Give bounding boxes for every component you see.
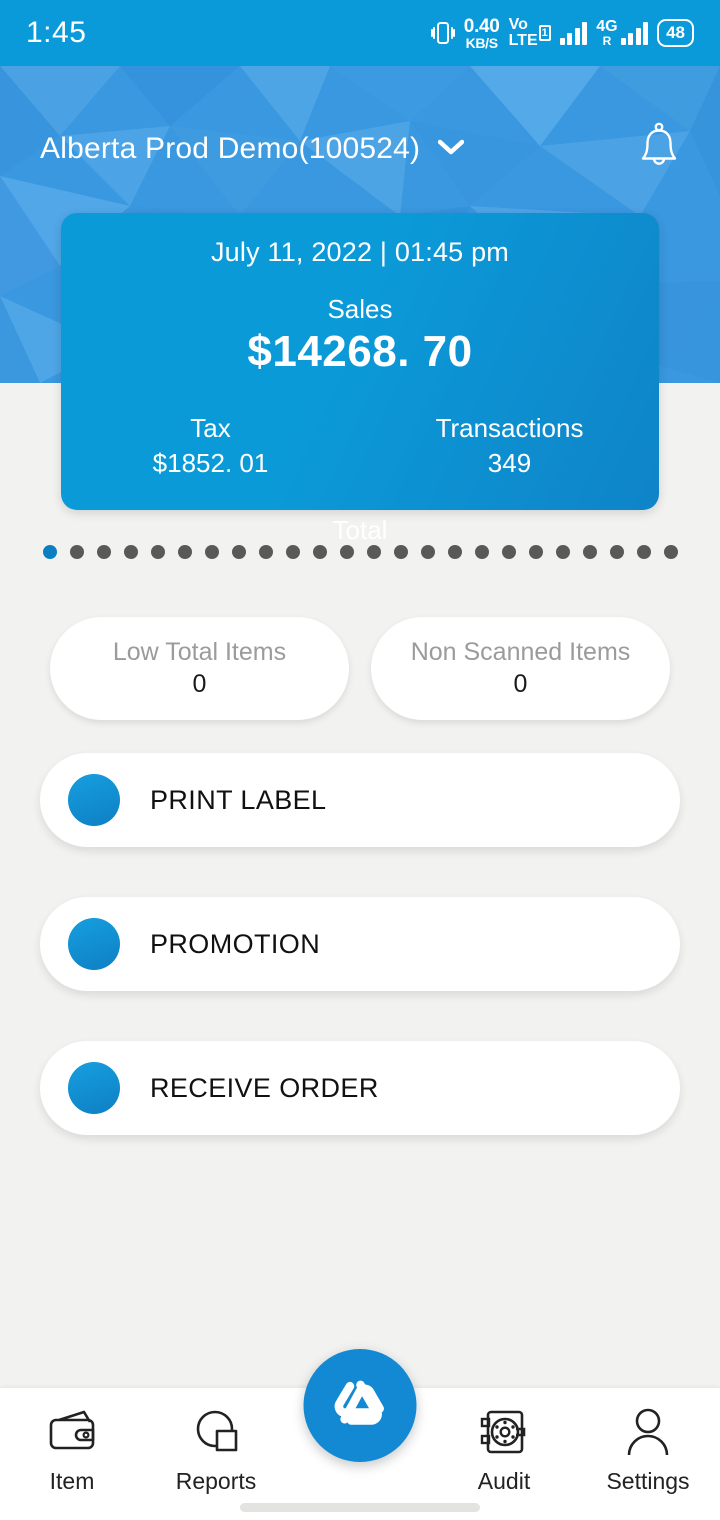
net-speed-unit: KB/S [465,34,499,51]
carousel-dot[interactable] [609,545,624,559]
safe-vault-icon [479,1406,529,1458]
status-time: 1:45 [26,16,87,49]
signal-bars-icon [559,21,588,45]
carousel-dot[interactable] [636,545,651,559]
carousel-dot[interactable] [312,545,327,559]
carousel-dot[interactable] [150,545,165,559]
nav-label-settings: Settings [606,1468,690,1494]
volte-sim-badge: 1 [538,25,551,41]
action-row[interactable]: RECEIVE ORDER [40,1041,680,1135]
action-list: PRINT LABEL PROMOTION RECEIVE ORDER [0,753,720,1185]
action-row-label: PRINT LABEL [150,784,327,815]
carousel-dot[interactable] [447,545,462,559]
action-row-label: PROMOTION [150,928,321,959]
store-selector[interactable]: Alberta Prod Demo(100524) [40,132,465,166]
carousel-dot[interactable] [555,545,570,559]
card-sales-label: Sales [327,294,393,324]
status-icons-group: 0.40 KB/S Vo LTE 1 4G R 48 [430,17,694,50]
stat-pill-value: 0 [192,670,207,698]
home-indicator [240,1503,480,1512]
card-sales-value: $14268. 70 [247,327,473,376]
carousel-dot[interactable] [339,545,354,559]
card-date-time: July 11, 2022 | 01:45 pm [210,237,509,267]
carousel-dot[interactable] [285,545,300,559]
sales-summary-card[interactable]: July 11, 2022 | 01:45 pm Sales $14268. 7… [61,213,659,545]
stat-pill-label: Low Total Items [112,638,287,666]
carousel-dot[interactable] [393,545,408,559]
carousel-dot[interactable] [69,545,84,559]
wallet-icon [46,1406,98,1458]
carousel-dot[interactable] [366,545,381,559]
battery-icon: 48 [657,19,694,47]
action-bullet-icon [68,1062,120,1114]
card-tax-value: $1852. 01 [152,448,269,478]
carousel-dot[interactable] [96,545,111,559]
carousel-dot[interactable] [177,545,192,559]
carousel-dot[interactable] [258,545,273,559]
carousel-dot[interactable] [528,545,543,559]
card-transactions-metric: Transactions 349 [360,413,659,479]
nav-item-reports[interactable]: Reports [144,1406,288,1495]
stat-pill-row: Low Total Items 0 Non Scanned Items 0 [0,617,720,720]
signal-bars-roaming-icon: 4G R [596,18,649,48]
action-row[interactable]: PROMOTION [40,897,680,991]
pie-chart-icon [191,1406,241,1458]
card-metrics-row: Tax $1852. 01 Transactions 349 [61,413,659,479]
volte-line-2: LTE [508,32,538,49]
card-transactions-label: Transactions [435,413,584,443]
carousel-dot[interactable] [501,545,516,559]
net-speed-value: 0.40 [463,15,500,37]
store-name-label: Alberta Prod Demo(100524) [40,132,421,165]
nav-item-item[interactable]: Item [0,1406,144,1495]
action-bullet-icon [68,774,120,826]
nav-item-settings[interactable]: Settings [576,1406,720,1495]
header-bar: Alberta Prod Demo(100524) [0,66,720,232]
carousel-dot[interactable] [123,545,138,559]
stat-pill[interactable]: Non Scanned Items 0 [371,617,670,720]
card-transactions-value: 349 [487,448,532,478]
carousel-dot[interactable] [231,545,246,559]
carousel-dot[interactable] [582,545,597,559]
action-row-label: RECEIVE ORDER [150,1072,379,1103]
action-bullet-icon [68,918,120,970]
status-bar: 1:45 0.40 KB/S Vo LTE 1 4G R 48 [0,0,720,66]
stat-pill-value: 0 [513,670,528,698]
volte-icon: Vo LTE 1 [509,17,551,49]
carousel-pagination[interactable] [0,545,720,559]
home-fab-button[interactable] [303,1349,417,1462]
card-tax-label: Tax [190,413,231,443]
bell-icon [641,122,677,165]
roaming-label: R [602,34,612,48]
notification-button[interactable] [636,121,682,178]
app-screen: 1:45 0.40 KB/S Vo LTE 1 4G R 48 Alberta … [0,0,720,1520]
stat-pill-label: Non Scanned Items [410,638,631,666]
action-row[interactable]: PRINT LABEL [40,753,680,847]
carousel-dot[interactable] [420,545,435,559]
person-icon [624,1406,672,1458]
carousel-dot[interactable] [204,545,219,559]
nav-label-item: Item [49,1468,95,1494]
network-type-label: 4G [596,18,618,35]
chevron-down-icon [437,139,465,160]
volte-line-1: Vo [508,16,528,33]
nav-item-audit[interactable]: Audit [432,1406,576,1495]
carousel-dot[interactable] [474,545,489,559]
card-total-label: Total [332,515,388,545]
nav-label-audit: Audit [477,1468,531,1494]
carousel-dot[interactable] [42,545,57,559]
nav-label-reports: Reports [175,1468,257,1494]
network-speed-icon: 0.40 KB/S [464,17,500,50]
stat-pill[interactable]: Low Total Items 0 [50,617,349,720]
vibrate-icon [430,19,455,47]
card-tax-metric: Tax $1852. 01 [61,413,360,479]
triangle-spiral-logo-icon [334,1380,384,1425]
carousel-dot[interactable] [663,545,678,559]
